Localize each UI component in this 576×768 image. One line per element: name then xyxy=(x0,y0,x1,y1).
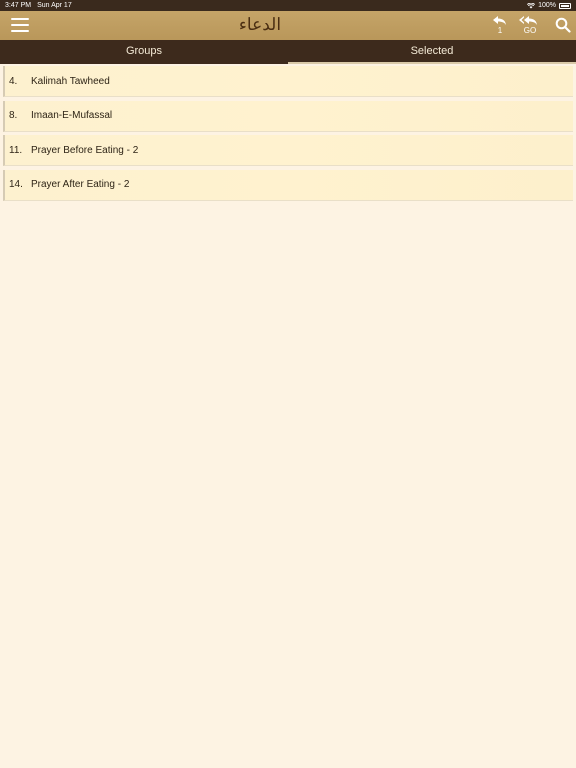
menu-button[interactable] xyxy=(11,18,31,34)
back-all-label: GO xyxy=(523,26,537,35)
list-item[interactable]: 11. Prayer Before Eating - 2 xyxy=(3,135,573,167)
item-title: Prayer After Eating - 2 xyxy=(31,179,130,191)
item-title: Kalimah Tawheed xyxy=(31,75,110,87)
status-time: 3:47 PM xyxy=(5,2,32,9)
reply-icon xyxy=(493,16,506,25)
item-title: Imaan-E-Mufassal xyxy=(31,110,113,122)
hamburger-icon xyxy=(11,18,29,20)
selected-list: 4. Kalimah Tawheed 8. Imaan-E-Mufassal 1… xyxy=(3,66,573,204)
item-number: 14. xyxy=(9,179,23,191)
reply-all-icon xyxy=(519,16,537,25)
battery-icon xyxy=(559,2,571,9)
tab-groups[interactable]: Groups xyxy=(0,40,288,64)
wifi-icon xyxy=(527,2,536,8)
back-one-label: 1 xyxy=(497,26,503,35)
list-item[interactable]: 8. Imaan-E-Mufassal xyxy=(3,100,573,132)
tab-bar: Groups Selected xyxy=(0,40,576,64)
item-number: 11. xyxy=(9,144,23,156)
item-title: Prayer Before Eating - 2 xyxy=(31,144,139,156)
status-date: Sun Apr 17 xyxy=(37,2,72,9)
item-number: 8. xyxy=(9,110,18,122)
battery-percent: 100% xyxy=(538,2,556,9)
back-all-button[interactable]: GO xyxy=(518,14,542,38)
app-title: الدعاء المسنون xyxy=(229,15,290,59)
back-one-button[interactable]: 1 xyxy=(491,14,509,38)
search-icon xyxy=(555,17,571,33)
item-number: 4. xyxy=(9,75,18,87)
list-item[interactable]: 14. Prayer After Eating - 2 xyxy=(3,169,573,201)
tab-selected[interactable]: Selected xyxy=(288,40,576,64)
list-item[interactable]: 4. Kalimah Tawheed xyxy=(3,66,573,97)
nav-bar: الدعاء المسنون 1 GO xyxy=(0,11,576,59)
search-button[interactable] xyxy=(555,17,571,33)
status-bar: 3:47 PM Sun Apr 17 100% xyxy=(0,0,576,11)
